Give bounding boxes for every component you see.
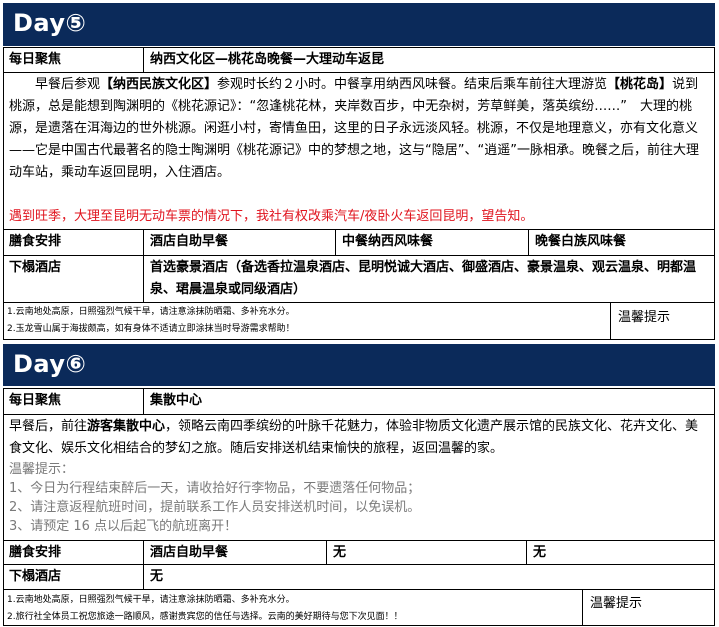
d5-line: [3, 47, 4, 340]
day5-description-segment: 【纳西民族文化区】: [100, 77, 218, 92]
day5-meal-lunch: 中餐纳西风味餐: [342, 234, 434, 249]
d5-line: [3, 302, 715, 303]
d5-line: [3, 229, 715, 230]
day5-description-segment: 说到桃源，总是能想到陶渊明的《桃花源记》：“忽逢桃花林，夹岸数百步，中无杂树，芳…: [9, 77, 699, 180]
d5-line: [143, 47, 144, 73]
day5-tip-1: 1.云南地处高原，日照强烈气候干旱，请注意涂抹防晒霜、多补充水分。: [7, 307, 295, 317]
d6-line: [714, 388, 715, 626]
day6-meal-lunch: 无: [333, 545, 347, 560]
day5-tip-2: 2.玉龙雪山属于海拔颇高，如有身体不适请立即涂抹当时导游需求帮助！: [7, 324, 295, 334]
d6-line: [3, 589, 715, 590]
d6-line: [3, 625, 715, 626]
day6-description-segment: 游客集散中心: [87, 419, 166, 434]
d5-line: [335, 229, 336, 256]
day5-description: 早餐后参观【纳西民族文化区】参观时长约２小时。中餐享用纳西风味餐。结束后乘车前往…: [3, 74, 713, 206]
day6-hotel-label: 下榻酒店: [9, 569, 62, 584]
d6-line: [3, 388, 4, 626]
day5-title: Day⑤: [13, 9, 87, 37]
day6-meal-label: 膳食安排: [9, 545, 62, 560]
day6-header: Day⑥: [3, 344, 715, 386]
day5-tips-label: 温馨提示: [618, 310, 671, 325]
d6-line: [582, 589, 583, 626]
d6-line: [3, 564, 715, 565]
d5-line: [610, 302, 611, 340]
day5-meal-breakfast: 酒店自助早餐: [150, 234, 229, 249]
day6-tip-2: 2.旅行社全体员工祝您旅途一路顺风，感谢贵宾您的信任与选择。云南的美好期待与您下…: [7, 612, 403, 622]
d5-line: [3, 339, 715, 340]
day5-meal-dinner: 晚餐白族风味餐: [535, 234, 627, 249]
day6-title: Day⑥: [13, 350, 87, 378]
d6-line: [143, 540, 144, 590]
d6-line: [3, 540, 715, 541]
day6-hotel-value: 无: [150, 569, 164, 584]
day6-tips-label: 温馨提示: [590, 596, 643, 611]
d5-line: [3, 72, 715, 73]
d6-line: [526, 540, 527, 565]
day5-header: Day⑤: [3, 3, 715, 46]
day5-description-segment: 参观时长约２小时。中餐享用纳西风味餐。结束后乘车前往大理游览: [217, 77, 608, 92]
day5-focus-value: 纳西文化区—桃花岛晚餐—大理动车返昆: [150, 52, 385, 67]
day5-description-segment: 【桃花岛】: [607, 77, 673, 92]
d5-line: [528, 229, 529, 256]
day5-notice: 遇到旺季，大理至昆明无动车票的情况下，我社有权改乘汽车/夜卧火车返回昆明，望告知…: [9, 209, 534, 224]
d6-line: [3, 414, 715, 415]
day6-description-segment: 早餐后，前往: [9, 419, 88, 434]
d5-line: [714, 47, 715, 340]
day5-meal-label: 膳食安排: [9, 234, 62, 249]
day6-tip-1: 1.云南地处高原，日照强烈气候干旱，请注意涂抹防晒霜、多补充水分。: [7, 595, 295, 605]
day5-hotel-label: 下榻酒店: [9, 260, 62, 275]
d6-line: [3, 388, 715, 389]
day5-description-segment: 早餐后参观: [35, 77, 101, 92]
d5-line: [3, 255, 715, 256]
day6-warm-line-3: 3、请预定 16 点以后起飞的航班离开！: [9, 519, 238, 534]
d5-line: [3, 47, 715, 48]
day6-meal-breakfast: 酒店自助早餐: [150, 545, 229, 560]
day5-focus-label: 每日聚焦: [9, 52, 62, 67]
d5-line: [143, 229, 144, 303]
day6-focus-label: 每日聚焦: [9, 393, 62, 408]
day6-focus-value: 集散中心: [150, 393, 203, 408]
d6-line: [326, 540, 327, 565]
day5-hotel-value: 首选豪景酒店（备选香拉温泉酒店、昆明悦诚大酒店、御盛酒店、豪景温泉、观云温泉、明…: [150, 260, 697, 297]
day6-meal-dinner: 无: [533, 545, 547, 560]
d6-line: [143, 388, 144, 415]
day6-description: 早餐后，前往游客集散中心，领略云南四季缤纷的叶脉千花魅力，体验非物质文化遗产展示…: [3, 416, 713, 460]
